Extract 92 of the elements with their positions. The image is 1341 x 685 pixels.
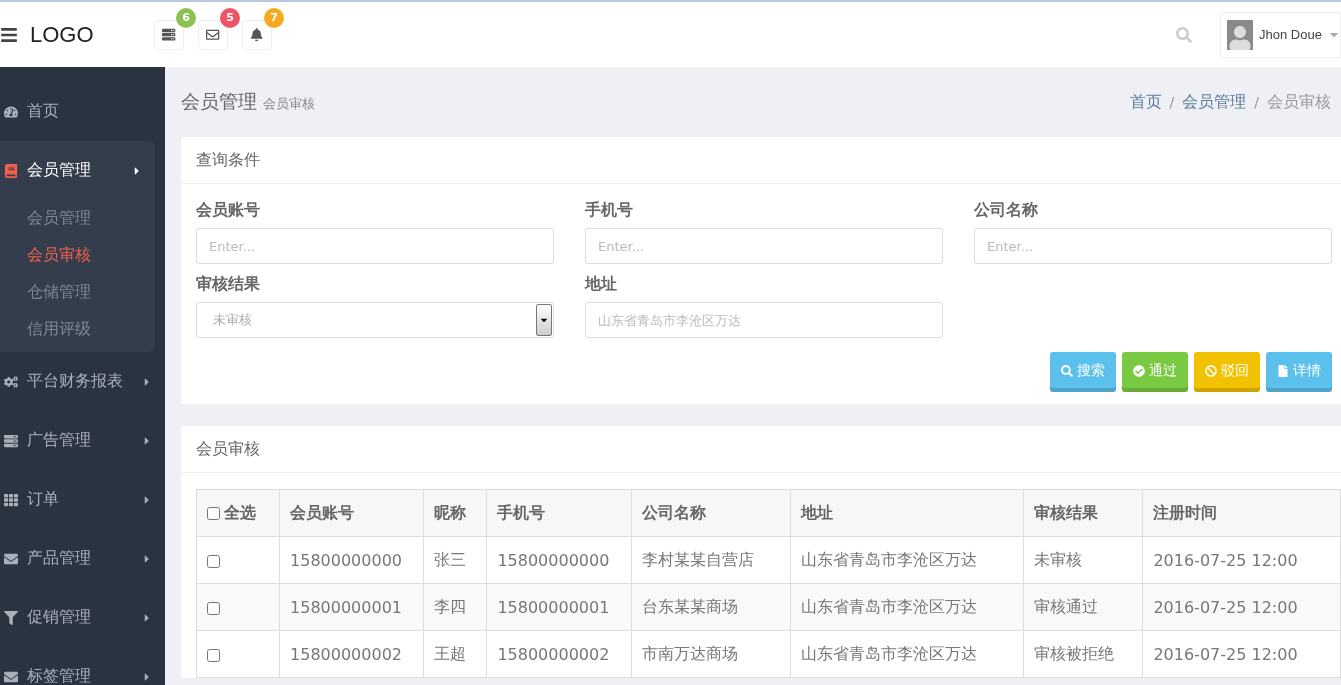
row-checkbox[interactable] [207,601,220,615]
sidebar-item[interactable]: 促销管理 [0,588,165,647]
server-icon [162,27,176,42]
action-button[interactable]: 详情 [1266,352,1332,392]
filter-icon [4,610,18,625]
table-header: 昵称 [423,489,487,537]
count-badge: 6 [176,7,196,28]
ban-icon [1205,364,1217,377]
bell-icon [250,27,264,42]
table-cell: 2016-07-25 12:00 [1142,536,1341,584]
avatar-placeholder [1227,19,1254,50]
action-button[interactable]: 通过 [1122,352,1188,392]
file-icon [1277,364,1289,377]
select-all-checkbox[interactable] [207,506,220,520]
table-cell: 2016-07-25 12:00 [1142,583,1341,631]
select-all-label: 全选 [224,502,256,524]
action-button[interactable]: 搜索 [1050,352,1116,392]
table-header: 会员账号 [279,489,424,537]
table-cell: 15800000001 [279,583,424,631]
notification-button[interactable] [154,19,184,50]
grid-icon [4,492,18,507]
field-label: 审核结果 [196,274,261,295]
field-label: 会员账号 [196,200,261,221]
table-cell: 张三 [423,536,487,584]
panel-title: 查询条件 [181,137,1341,184]
envelope-icon [206,27,220,42]
field-label: 公司名称 [974,200,1039,221]
breadcrumb-link[interactable]: 首页 [1129,91,1162,113]
breadcrumb-link[interactable]: 会员审核 [1267,91,1331,113]
panel-title: 会员审核 [181,426,1341,473]
table-header: 注册时间 [1142,489,1341,537]
menu-icon[interactable] [0,25,18,44]
envelope-icon [4,669,18,684]
table-cell: 15800000000 [279,536,424,584]
sidebar-item[interactable]: 标签管理 [0,647,165,685]
table-cell: 15800000001 [486,583,632,631]
table-cell: 15800000002 [279,630,424,678]
input-field[interactable]: 山东省青岛市李沧区万达 [585,302,943,338]
breadcrumb-link[interactable]: 会员管理 [1182,91,1247,113]
table-cell: 台东某某商场 [631,583,791,631]
row-checkbox[interactable] [207,554,220,568]
input-field[interactable]: Enter... [196,228,554,264]
input-field[interactable]: Enter... [585,228,943,264]
logo: LOGO [30,21,95,48]
table-cell: 山东省青岛市李沧区万达 [790,630,1024,678]
field-label: 手机号 [585,200,634,221]
count-badge: 7 [264,7,284,28]
user-menu-button[interactable]: Jhon Doue [1220,11,1341,58]
page-title: 会员管理 [181,90,257,112]
table-header: 手机号 [486,489,632,537]
submenu-item[interactable]: 仓储管理 [0,274,155,311]
table-cell: 15800000000 [486,536,632,584]
sidebar-item[interactable]: 产品管理 [0,529,165,588]
sidebar-item[interactable]: 广告管理 [0,411,165,470]
table-cell: 李四 [423,583,487,631]
table-cell: 市南万达商场 [631,630,791,678]
table-cell: 山东省青岛市李沧区万达 [790,583,1024,631]
table-cell: 未审核 [1023,536,1143,584]
table-cell: 王超 [423,630,487,678]
submenu-item[interactable]: 会员审核 [0,237,155,274]
breadcrumb-separator: / [1254,94,1259,110]
table-cell: 山东省青岛市李沧区万达 [790,536,1024,584]
envelope-icon [4,551,18,566]
table-cell: 审核通过 [1023,583,1143,631]
gears-icon [4,374,18,389]
table-header: 公司名称 [631,489,791,537]
table-header: 地址 [790,489,1024,537]
breadcrumb-separator: / [1169,94,1175,110]
sidebar-item[interactable]: 订单 [0,470,165,529]
caret-icon [536,304,552,336]
select-field[interactable]: 未审核 [196,302,554,338]
notification-button[interactable] [198,19,228,50]
book-icon [4,163,18,178]
field-label: 地址 [585,274,618,295]
submenu-item[interactable]: 信用评级 [0,311,155,348]
count-badge: 5 [220,7,240,28]
server-icon [4,433,18,448]
dashboard-icon [4,104,18,119]
sidebar-item[interactable]: 首页 [0,82,165,141]
submenu-item[interactable]: 会员管理 [0,200,155,237]
table-cell: 2016-07-25 12:00 [1142,630,1341,678]
table-header: 审核结果 [1023,489,1143,537]
row-checkbox[interactable] [207,648,220,662]
input-field[interactable]: Enter... [974,228,1332,264]
sidebar-item[interactable]: 会员管理 [0,141,155,200]
table-cell: 15800000002 [486,630,632,678]
sidebar-item[interactable]: 平台财务报表 [0,352,165,411]
table-cell: 李村某某自营店 [631,536,791,584]
notification-button[interactable] [242,19,272,50]
search-icon [1061,364,1073,377]
page-subtitle: 会员审核 [263,96,315,111]
table-cell: 审核被拒绝 [1023,630,1143,678]
